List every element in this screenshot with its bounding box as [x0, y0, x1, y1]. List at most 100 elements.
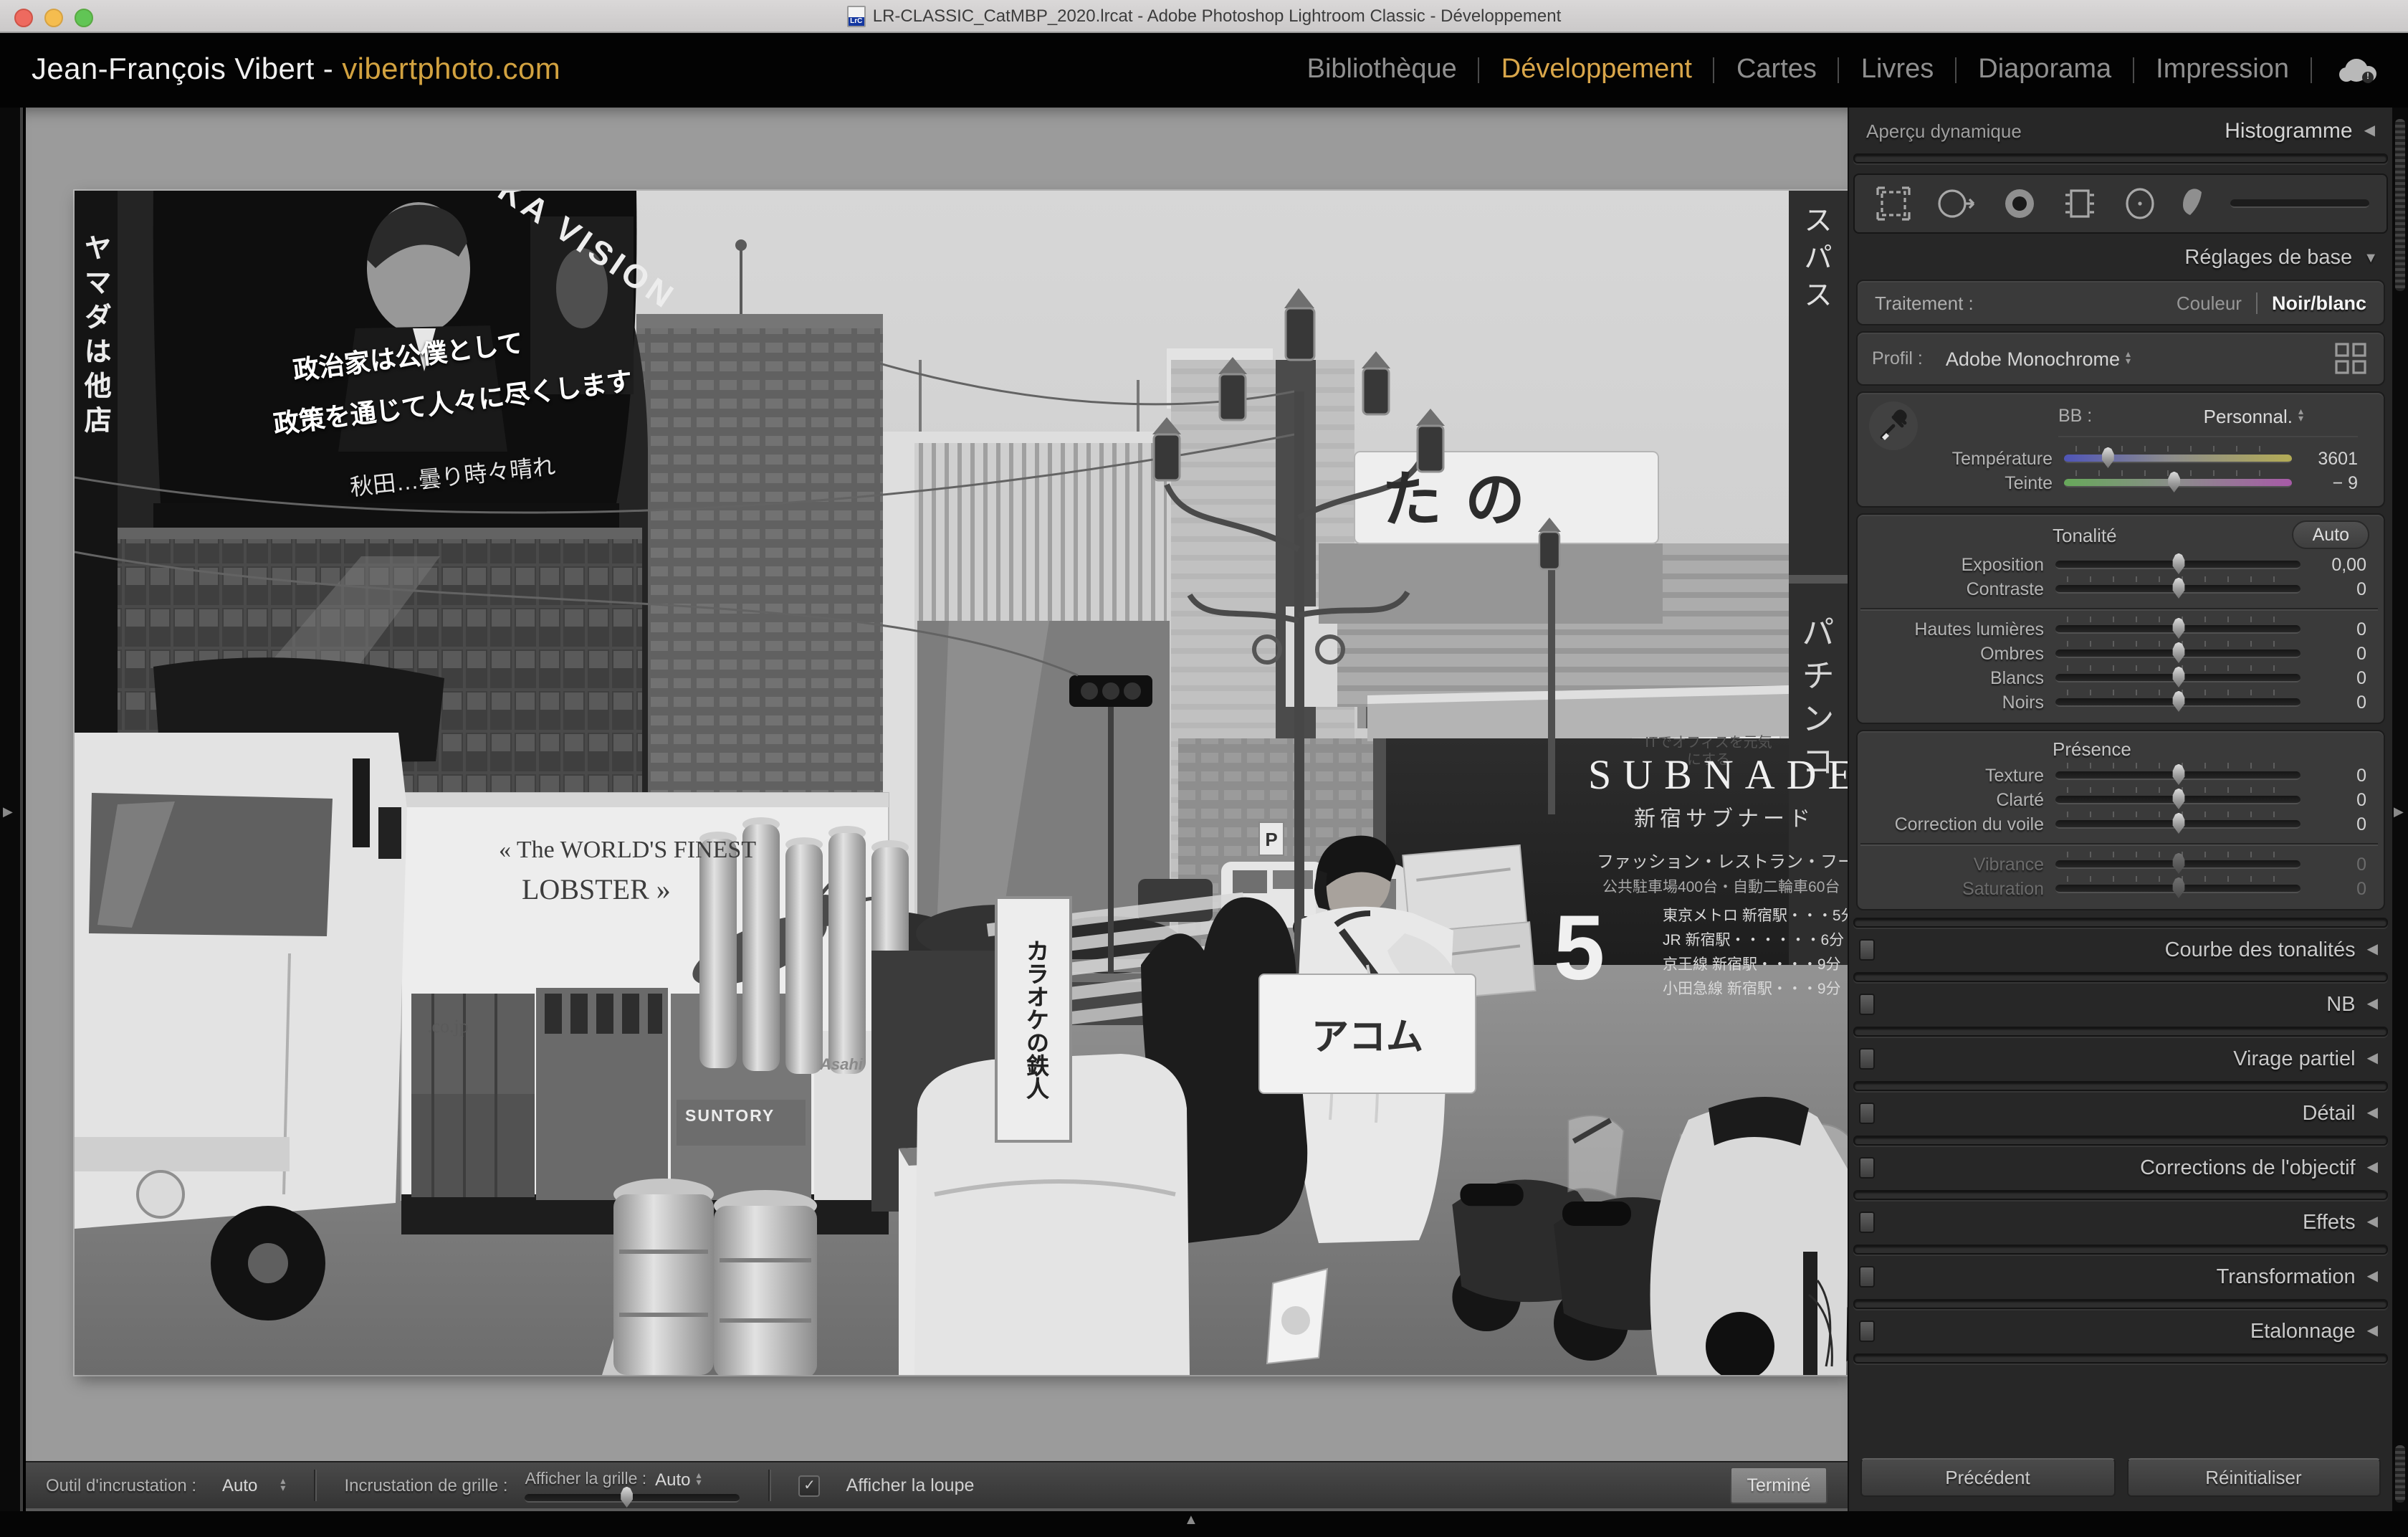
texture-value[interactable]: 0 [2300, 765, 2366, 785]
highlights-value[interactable]: 0 [2300, 619, 2366, 639]
temperature-slider[interactable] [2064, 454, 2292, 462]
temperature-value[interactable]: 3601 [2292, 448, 2358, 468]
left-panel-strip[interactable]: ▶ [0, 108, 23, 1511]
blacks-value[interactable]: 0 [2300, 692, 2366, 712]
collapse-left-icon[interactable]: ◀ [2367, 1105, 2378, 1121]
texture-slider[interactable] [2055, 771, 2300, 779]
scrollbar-thumb[interactable] [2395, 1445, 2405, 1503]
overlay-tool-value[interactable]: Auto [222, 1475, 257, 1495]
document-icon: LrC [847, 5, 866, 27]
contrast-value[interactable]: 0 [2300, 579, 2366, 599]
profile-browser-icon[interactable] [2332, 340, 2369, 377]
tint-value[interactable]: − 9 [2292, 472, 2358, 492]
show-loupe-checkbox[interactable]: ✓ [799, 1475, 821, 1496]
transform-panel-header[interactable]: Transformation ◀ [1849, 1259, 2392, 1295]
collapse-left-icon[interactable]: ◀ [2367, 1051, 2378, 1067]
spot-removal-tool-icon[interactable] [1934, 185, 1979, 222]
stepper-icon[interactable]: ▴▾ [2126, 351, 2131, 366]
auto-tone-button[interactable]: Auto [2293, 520, 2369, 549]
panel-toggle-switch[interactable] [1859, 939, 1875, 961]
expand-down-icon[interactable]: ▼ [2364, 250, 2378, 266]
grid-size-slider[interactable] [525, 1493, 740, 1502]
collapse-left-icon[interactable]: ◀ [2367, 1323, 2378, 1339]
collapse-left-icon[interactable]: ◀ [2367, 942, 2378, 958]
dehaze-slider[interactable] [2055, 819, 2300, 828]
basic-panel-header[interactable]: Réglages de base ▼ [1849, 239, 2392, 277]
wb-eyedropper-icon[interactable] [1869, 401, 1918, 450]
collapse-left-icon[interactable]: ◀ [2367, 996, 2378, 1012]
panel-toggle-switch[interactable] [1859, 1048, 1875, 1070]
treatment-color-option[interactable]: Couleur [2177, 292, 2242, 313]
grid-size-knob[interactable] [619, 1486, 635, 1508]
collapse-left-icon[interactable]: ◀ [2367, 1160, 2378, 1176]
detail-panel-header[interactable]: Détail ◀ [1849, 1095, 2392, 1131]
collapse-left-icon[interactable]: ◀ [2364, 123, 2375, 139]
highlights-slider[interactable] [2055, 624, 2300, 633]
profile-value[interactable]: Adobe Monochrome [1946, 348, 2120, 369]
panel-toggle-switch[interactable] [1859, 1103, 1875, 1124]
shadows-value[interactable]: 0 [2300, 643, 2366, 663]
left-panel-reveal-icon[interactable]: ▶ [3, 804, 13, 820]
filmstrip-reveal-icon[interactable]: ▲ [1184, 1513, 1198, 1528]
effects-panel-header[interactable]: Effets ◀ [1849, 1204, 2392, 1240]
cloud-sync-icon[interactable]: ! [2339, 59, 2376, 82]
module-tab-impression[interactable]: Impression [2156, 54, 2289, 86]
blacks-slider[interactable] [2055, 698, 2300, 706]
right-panel-reveal-icon[interactable]: ▶ [2394, 804, 2404, 820]
panel-divider [1853, 1081, 2388, 1091]
tint-slider[interactable] [2064, 478, 2292, 487]
split-toning-panel-header[interactable]: Virage partiel ◀ [1849, 1041, 2392, 1077]
collapse-left-icon[interactable]: ◀ [2367, 1214, 2378, 1230]
close-button[interactable] [14, 9, 33, 27]
collapse-left-icon[interactable]: ◀ [2367, 1269, 2378, 1285]
wb-value[interactable]: Personnal. [2204, 405, 2293, 427]
stepper-icon[interactable]: ▴▾ [280, 1478, 285, 1493]
histogram-panel-header[interactable]: Histogramme [2225, 119, 2352, 143]
whites-slider[interactable] [2055, 673, 2300, 682]
lens-corrections-panel-header[interactable]: Corrections de l'objectif ◀ [1849, 1150, 2392, 1186]
filmstrip-strip[interactable]: ▲ [0, 1511, 2408, 1537]
contrast-slider[interactable] [2055, 584, 2300, 593]
module-tab-developpement[interactable]: Développement [1501, 54, 1692, 86]
stepper-icon[interactable]: ▴▾ [2298, 409, 2303, 423]
module-tab-diaporama[interactable]: Diaporama [1978, 54, 2111, 86]
panel-toggle-switch[interactable] [1859, 994, 1875, 1015]
exposure-slider[interactable] [2055, 560, 2300, 568]
whites-value[interactable]: 0 [2300, 667, 2366, 687]
stepper-icon[interactable]: ▴▾ [697, 1472, 702, 1486]
calibration-panel-header[interactable]: Etalonnage ◀ [1849, 1313, 2392, 1349]
clarity-value[interactable]: 0 [2300, 789, 2366, 809]
crop-tool-icon[interactable] [1872, 185, 1915, 222]
minimize-button[interactable] [44, 9, 63, 27]
photo-canvas[interactable]: ヤマダは他店 KA VISION 政治家は公僕として 政策を通じて人々に尽くしま… [75, 191, 1849, 1375]
tone-curve-panel-header[interactable]: Courbe des tonalités ◀ [1849, 932, 2392, 968]
treatment-bw-option[interactable]: Noir/blanc [2272, 292, 2366, 313]
bw-panel-header[interactable]: NB ◀ [1849, 986, 2392, 1022]
graduated-filter-tool-icon[interactable] [2060, 185, 2100, 222]
module-tab-cartes[interactable]: Cartes [1736, 54, 1817, 86]
dehaze-value[interactable]: 0 [2300, 814, 2366, 834]
exposure-knob[interactable] [2171, 553, 2187, 574]
panel-toggle-switch[interactable] [1859, 1266, 1875, 1288]
right-panel-scrollbar[interactable]: ▶ [2392, 108, 2408, 1511]
scrollbar-thumb[interactable] [2395, 119, 2405, 291]
whites-slider-row: Blancs 0 [1860, 665, 2378, 690]
module-tab-livres[interactable]: Livres [1861, 54, 1934, 86]
module-tab-bibliotheque[interactable]: Bibliothèque [1307, 54, 1457, 86]
shadows-slider[interactable] [2055, 649, 2300, 657]
previous-button[interactable]: Précédent [1860, 1458, 2115, 1497]
panel-toggle-switch[interactable] [1859, 1321, 1875, 1342]
zoom-button[interactable] [75, 9, 93, 27]
radial-filter-tool-icon[interactable] [2118, 185, 2161, 222]
dynamic-preview-label: Aperçu dynamique [1866, 120, 2022, 142]
panel-toggle-switch[interactable] [1859, 1157, 1875, 1179]
show-grid-value[interactable]: Auto [655, 1469, 690, 1489]
clarity-slider[interactable] [2055, 795, 2300, 804]
panel-divider [1853, 1190, 2388, 1200]
done-button[interactable]: Terminé [1730, 1467, 1828, 1504]
panel-toggle-switch[interactable] [1859, 1212, 1875, 1233]
exposure-value[interactable]: 0,00 [2300, 554, 2366, 574]
reset-button[interactable]: Réinitialiser [2126, 1458, 2381, 1497]
adjustment-brush-tool-icon[interactable] [2180, 185, 2212, 222]
red-eye-tool-icon[interactable] [1998, 185, 2041, 222]
